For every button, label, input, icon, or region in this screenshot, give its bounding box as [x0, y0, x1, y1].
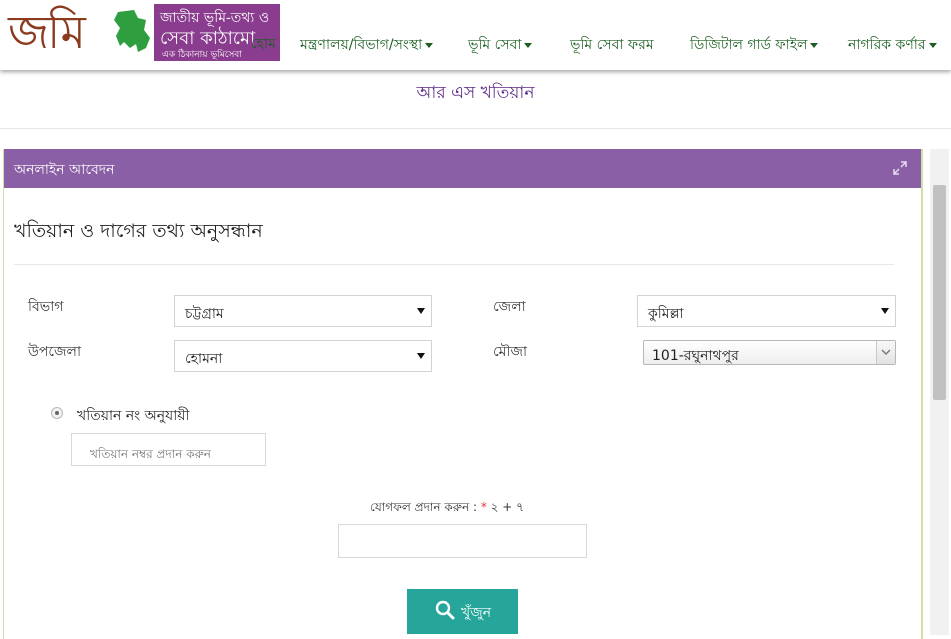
top-header: জমি জাতীয় ভূমি-তথ্য ও সেবা কাঠামো এক ঠি…	[0, 0, 951, 70]
mouza-label: মৌজা	[493, 344, 528, 360]
captcha-question: ২ + ৭	[490, 500, 524, 514]
divider	[14, 264, 894, 265]
upazila-label: উপজেলা	[28, 344, 82, 360]
upazila-value: হোমনা	[185, 351, 223, 367]
nav-item-ministry[interactable]: মন্ত্রণালয়/বিভাগ/সংস্থা	[300, 33, 434, 57]
nav-item-citizen-corner[interactable]: নাগরিক কর্ণার	[848, 33, 937, 57]
nav-label: ডিজিটাল গার্ড ফাইল	[690, 37, 808, 53]
search-button[interactable]: খুঁজুন	[407, 589, 518, 634]
search-button-label: খুঁজুন	[461, 605, 492, 621]
district-value: কুমিল্লা	[648, 306, 684, 322]
dropdown-arrow-icon	[417, 308, 425, 314]
division-value: চট্টগ্রাম	[185, 306, 224, 322]
chevron-down-icon	[425, 42, 434, 48]
logo-tagline: এক ঠিকানায় ভূমিসেবা	[162, 50, 242, 60]
dropdown-arrow-icon	[417, 353, 425, 359]
captcha-label: যোগফল প্রদান করুন : * ২ + ৭	[370, 499, 524, 519]
division-select[interactable]: চট্টগ্রাম	[174, 295, 432, 327]
combo-button[interactable]	[876, 341, 895, 364]
khatian-number-input[interactable]	[71, 433, 266, 466]
nav-item-land-service[interactable]: ভূমি সেবা	[468, 33, 533, 57]
mouza-select[interactable]: 101-রঘুনাথপুর	[643, 340, 896, 365]
logo-wordmark: জমি	[8, 5, 86, 59]
divider	[0, 128, 951, 129]
page-title: আর এস খতিয়ান	[416, 83, 535, 103]
captcha-prompt: যোগফল প্রদান করুন :	[370, 500, 477, 514]
district-select[interactable]: কুমিল্লা	[637, 295, 896, 327]
bangladesh-map-icon	[114, 10, 150, 52]
nav-item-digital-guard-file[interactable]: ডিজিটাল গার্ড ফাইল	[690, 33, 819, 57]
nav-label: মন্ত্রণালয়/বিভাগ/সংস্থা	[300, 37, 423, 53]
khatian-radio[interactable]	[51, 407, 63, 419]
district-label: জেলা	[493, 299, 526, 315]
chevron-down-icon	[810, 42, 819, 48]
dropdown-arrow-icon	[881, 308, 889, 314]
division-label: বিভাগ	[28, 299, 64, 315]
nav-item-land-service-form[interactable]: ভূমি সেবা ফরম	[570, 33, 654, 57]
khatian-radio-label[interactable]: খতিয়ান নং অনুযায়ী	[77, 404, 190, 428]
captcha-input[interactable]	[338, 524, 587, 558]
nav-item-home[interactable]: হোম	[251, 32, 276, 56]
mouza-value: 101-রঘুনাথপুর	[652, 348, 739, 364]
upazila-select[interactable]: হোমনা	[174, 340, 432, 372]
expand-icon[interactable]	[893, 161, 907, 175]
section-title: খতিয়ান ও দাগের তথ্য অনুসন্ধান	[14, 220, 263, 242]
scrollbar[interactable]	[930, 149, 949, 635]
nav-label: নাগরিক কর্ণার	[848, 37, 926, 53]
site-logo[interactable]: জমি জাতীয় ভূমি-তথ্য ও সেবা কাঠামো এক ঠি…	[8, 4, 280, 61]
chevron-down-icon	[928, 42, 937, 48]
search-icon	[435, 600, 455, 620]
chevron-down-icon	[881, 349, 891, 355]
nav-label: ভূমি সেবা	[468, 37, 522, 53]
online-application-panel: অনলাইন আবেদন খতিয়ান ও দাগের তথ্য অনুসন্…	[3, 149, 923, 639]
chevron-down-icon	[524, 42, 533, 48]
panel-title: অনলাইন আবেদন	[14, 162, 115, 178]
panel-header: অনলাইন আবেদন	[4, 149, 921, 188]
nav-label: হোম	[251, 36, 276, 52]
nav-label: ভূমি সেবা ফরম	[570, 37, 654, 53]
scrollbar-thumb[interactable]	[933, 185, 946, 400]
required-marker: *	[480, 500, 487, 514]
